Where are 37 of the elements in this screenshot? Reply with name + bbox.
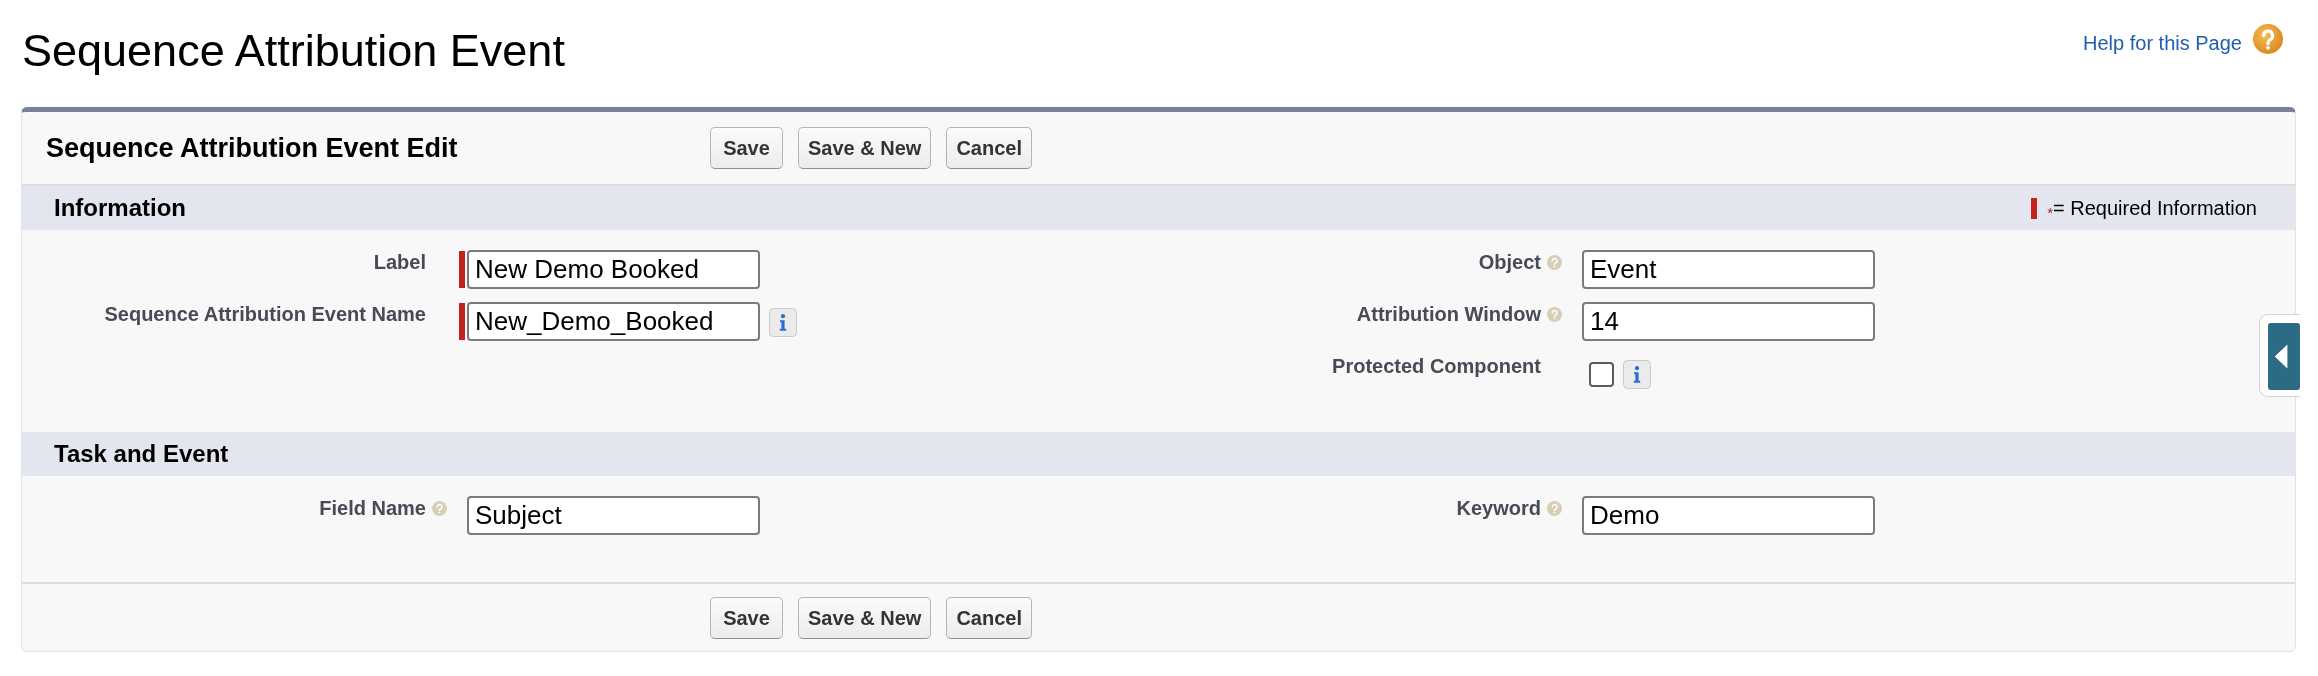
field-label: Object xyxy=(1478,250,1541,274)
save-button[interactable]: Save xyxy=(710,597,783,639)
text-input[interactable]: Event xyxy=(1582,250,1875,289)
sidebar-toggle-button[interactable] xyxy=(2259,314,2300,397)
field-label: Field Name xyxy=(319,496,426,520)
help-icon[interactable] xyxy=(1547,501,1562,516)
help-icon[interactable] xyxy=(1547,255,1562,270)
field-label: Label xyxy=(373,250,426,274)
text-input[interactable]: 14 xyxy=(1582,302,1875,341)
required-legend-text: = Required Information xyxy=(2053,196,2257,220)
required-bar-icon xyxy=(2031,197,2038,219)
cancel-button[interactable]: Cancel xyxy=(946,127,1032,169)
save-and-new-button[interactable]: Save & New xyxy=(798,127,932,169)
save-and-new-button[interactable]: Save & New xyxy=(798,597,932,639)
panel-title: Sequence Attribution Event Edit xyxy=(45,132,459,164)
section-title: Task and Event xyxy=(54,440,229,468)
required-asterisk: * xyxy=(2047,205,2053,220)
checkbox[interactable] xyxy=(1589,362,1614,387)
page-title: Sequence Attribution Event xyxy=(22,25,565,77)
caret-left-icon xyxy=(2268,322,2300,391)
help-icon[interactable] xyxy=(1547,307,1562,322)
help-icon[interactable] xyxy=(2253,24,2283,54)
text-input[interactable]: New_Demo_Booked xyxy=(467,302,760,341)
info-icon[interactable] xyxy=(769,308,797,337)
cancel-button[interactable]: Cancel xyxy=(946,597,1032,639)
save-button[interactable]: Save xyxy=(710,127,783,169)
field-label: Protected Component xyxy=(1332,354,1541,378)
help-icon[interactable] xyxy=(432,501,447,516)
field-label: Sequence Attribution Event Name xyxy=(104,302,426,326)
section-title: Information xyxy=(54,194,186,222)
info-icon[interactable] xyxy=(1623,360,1651,389)
field-label: Attribution Window xyxy=(1356,302,1541,326)
help-link[interactable]: Help for this Page xyxy=(2083,31,2242,55)
text-input[interactable]: Subject xyxy=(467,496,760,535)
text-input[interactable]: Demo xyxy=(1582,496,1875,535)
text-input[interactable]: New Demo Booked xyxy=(467,250,760,289)
field-label: Keyword xyxy=(1456,496,1541,520)
